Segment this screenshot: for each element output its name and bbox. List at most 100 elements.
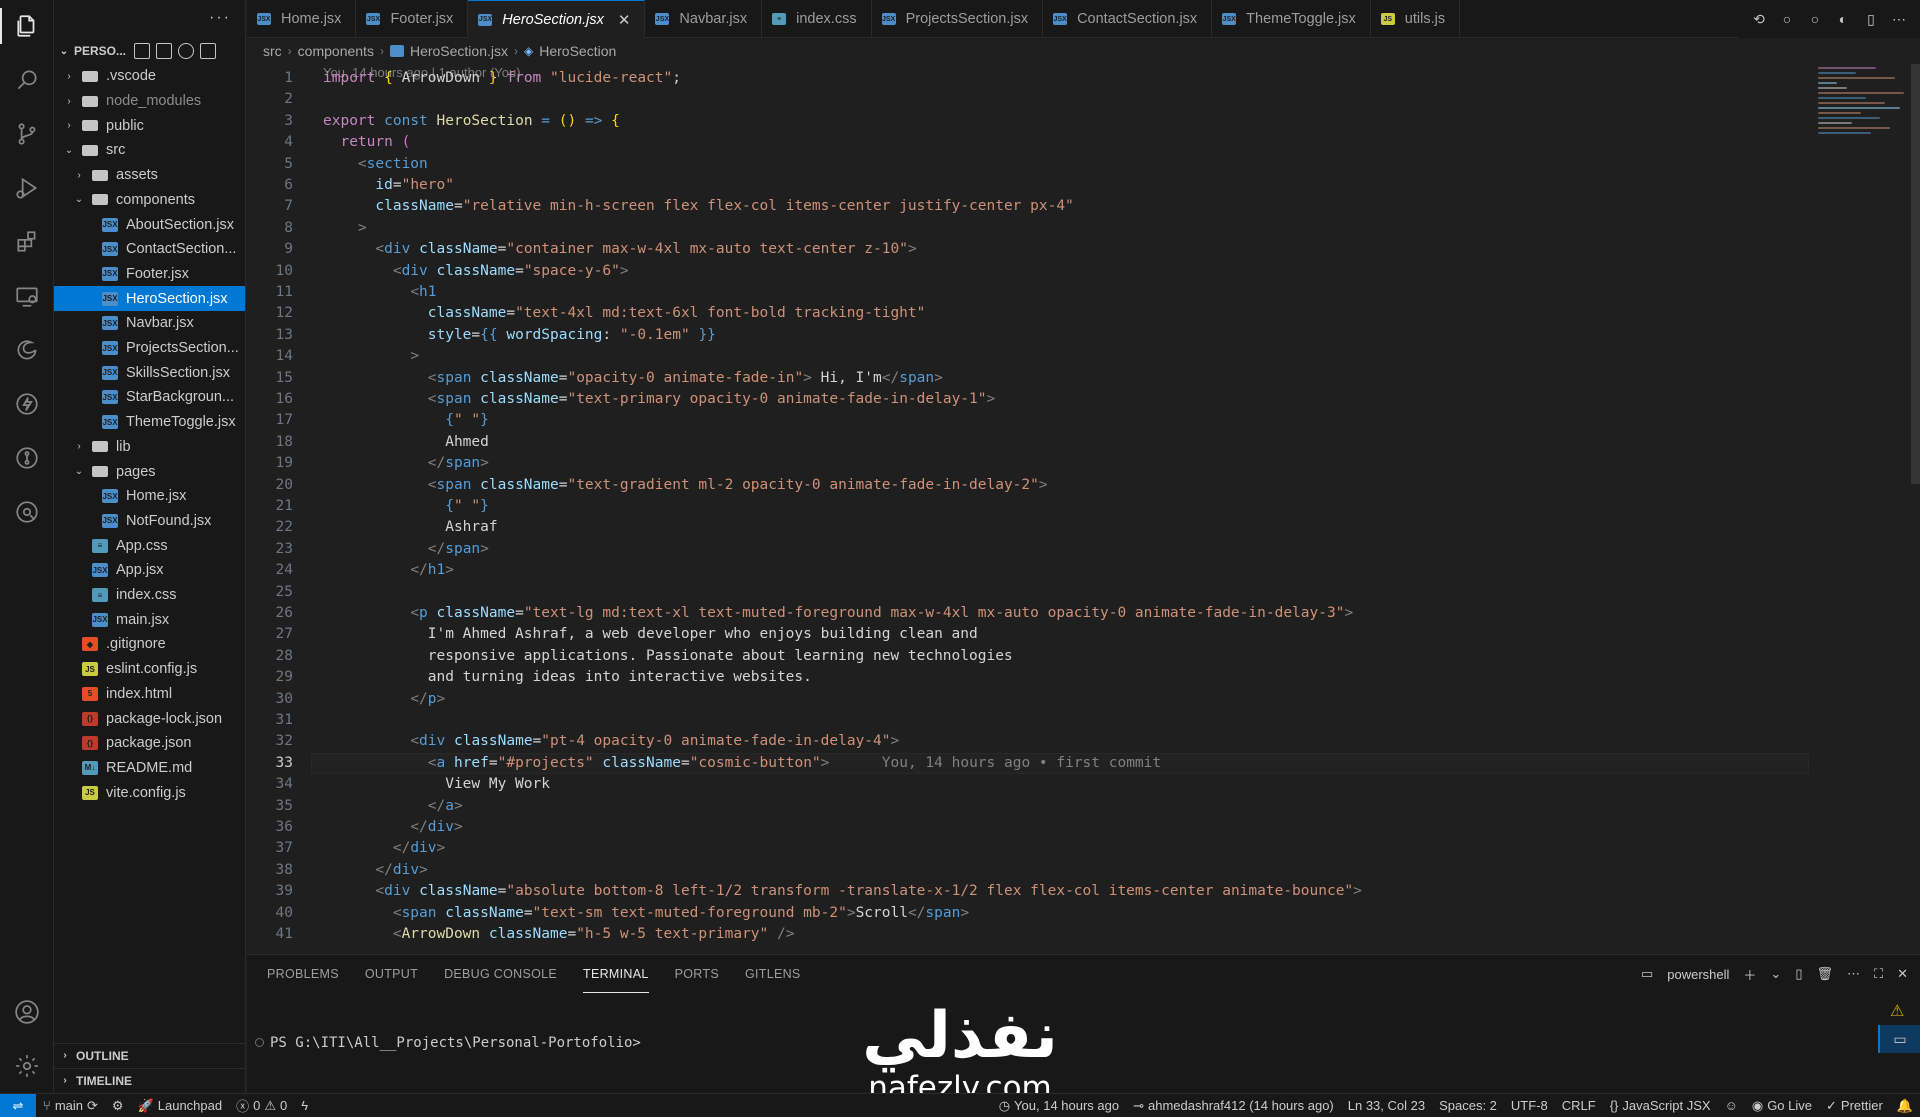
panel-tab-ports[interactable]: PORTS [675, 955, 719, 993]
panel-tab-output[interactable]: OUTPUT [365, 955, 418, 993]
warning-icon[interactable]: ⚠ [1890, 1001, 1904, 1021]
source-control-icon[interactable] [0, 110, 54, 158]
copilot-icon[interactable]: ☺ [1718, 1098, 1745, 1113]
problems-status[interactable]: ⓧ 0 ⚠ 0 [229, 1096, 294, 1115]
more-actions-icon[interactable]: ⋯ [1847, 966, 1860, 982]
tab-home-jsx[interactable]: JSX Home.jsx [247, 0, 357, 38]
minimap[interactable] [1818, 64, 1914, 174]
file-gitignore[interactable]: ◆ .gitignore [54, 632, 245, 657]
file-app-css[interactable]: ≡ App.css [54, 533, 245, 558]
encoding[interactable]: UTF-8 [1504, 1098, 1555, 1113]
refresh-icon[interactable] [178, 43, 195, 59]
gitlens-commit-icon[interactable]: ◐ [1834, 10, 1852, 28]
tab-herosection-jsx[interactable]: JSX HeroSection.jsx ✕ [468, 0, 646, 38]
breadcrumb-file[interactable]: HeroSection.jsx [410, 43, 508, 59]
launchpad-status[interactable]: 🚀 Launchpad [131, 1098, 230, 1114]
file-index-html[interactable]: 5 index.html [54, 682, 245, 707]
blame-status[interactable]: ◷ You, 14 hours ago [992, 1098, 1126, 1114]
go-back-icon[interactable]: ⟲ [1750, 10, 1768, 28]
split-editor-icon[interactable]: ▯ [1862, 10, 1880, 28]
tab-footer-jsx[interactable]: JSX Footer.jsx [356, 0, 469, 38]
panel-tab-problems[interactable]: PROBLEMS [267, 955, 339, 993]
cursor-position[interactable]: Ln 33, Col 23 [1341, 1098, 1432, 1113]
file-package-lock-json[interactable]: {} package-lock.json [54, 706, 245, 731]
indentation[interactable]: Spaces: 2 [1432, 1098, 1504, 1113]
file-readme-md[interactable]: M↓ README.md [54, 756, 245, 781]
close-tab-icon[interactable]: ✕ [618, 11, 631, 29]
file-package-json[interactable]: {} package.json [54, 731, 245, 756]
go-live-status[interactable]: ◉ Go Live [1745, 1098, 1819, 1114]
file-index-css[interactable]: ≡ index.css [54, 583, 245, 608]
code-editor[interactable]: You, 14 hours ago | 1 author (You) 1 impo… [247, 64, 1920, 954]
chevron-down-icon[interactable]: ⌄ [1770, 966, 1781, 982]
remote-indicator-icon[interactable]: ⇌ [0, 1093, 36, 1117]
tab-navbar-jsx[interactable]: JSX Navbar.jsx [645, 0, 763, 38]
extensions-icon[interactable] [0, 218, 54, 266]
folder-lib[interactable]: › lib [54, 435, 245, 460]
notifications-bell-icon[interactable]: 🔔 [1890, 1098, 1920, 1114]
file-navbar-jsx[interactable]: JSX Navbar.jsx [54, 311, 245, 336]
breadcrumb-symbol[interactable]: HeroSection [539, 43, 616, 59]
scrollbar-thumb[interactable] [1911, 64, 1920, 484]
shell-label[interactable]: powershell [1667, 967, 1729, 982]
file-herosection-jsx[interactable]: JSX HeroSection.jsx [54, 286, 245, 311]
file-starbackgroun[interactable]: JSX StarBackgroun... [54, 385, 245, 410]
blame-previous-icon[interactable]: ○ [1778, 10, 1796, 28]
timeline-section[interactable]: › TIMELINE [54, 1068, 245, 1092]
file-main-jsx[interactable]: JSX main.jsx [54, 607, 245, 632]
tab-index-css[interactable]: ≡ index.css [762, 0, 872, 38]
search-icon[interactable] [0, 56, 54, 104]
folder-assets[interactable]: › assets [54, 163, 245, 188]
breadcrumb-src[interactable]: src [263, 43, 282, 59]
settings-gear-icon[interactable] [0, 1042, 54, 1090]
file-themetoggle-jsx[interactable]: JSX ThemeToggle.jsx [54, 410, 245, 435]
gitlens-status-icon[interactable]: ⚙ [105, 1098, 131, 1114]
more-actions-icon[interactable]: ⋯ [1890, 10, 1908, 28]
gitlens-icon[interactable] [0, 434, 54, 482]
remote-explorer-icon[interactable] [0, 272, 54, 320]
file-vite-config-js[interactable]: JS vite.config.js [54, 780, 245, 805]
explorer-root-folder[interactable]: ⌄ PERSO... [54, 40, 245, 62]
folder-src[interactable]: ⌄ src [54, 138, 245, 163]
editor-scrollbar[interactable] [1908, 64, 1920, 954]
file-app-jsx[interactable]: JSX App.jsx [54, 558, 245, 583]
file-skillssection-jsx[interactable]: JSX SkillsSection.jsx [54, 360, 245, 385]
edge-devtools-icon[interactable] [0, 326, 54, 374]
lightning-icon[interactable]: ϟ [294, 1098, 315, 1113]
tab-themetoggle-jsx[interactable]: JSX ThemeToggle.jsx [1212, 0, 1371, 38]
author-status[interactable]: ⊸ ahmedashraf412 (14 hours ago) [1126, 1098, 1341, 1114]
new-file-icon[interactable] [134, 43, 151, 59]
thunder-client-icon[interactable] [0, 380, 54, 428]
folder-vscode[interactable]: › .vscode [54, 64, 245, 89]
run-debug-icon[interactable] [0, 164, 54, 212]
branch-status[interactable]: ⑂ main ⟳ [36, 1098, 105, 1114]
prettier-status[interactable]: ✓ Prettier [1819, 1098, 1890, 1114]
folder-node-modules[interactable]: › node_modules [54, 89, 245, 114]
explorer-icon[interactable] [0, 2, 54, 50]
file-footer-jsx[interactable]: JSX Footer.jsx [54, 262, 245, 287]
folder-components[interactable]: ⌄ components [54, 188, 245, 213]
account-icon[interactable] [0, 988, 54, 1036]
collapse-all-icon[interactable] [200, 43, 217, 59]
tab-contactsection-jsx[interactable]: JSX ContactSection.jsx [1043, 0, 1213, 38]
tab-projectssection-jsx[interactable]: JSX ProjectsSection.jsx [872, 0, 1044, 38]
file-home-jsx[interactable]: JSX Home.jsx [54, 484, 245, 509]
gitlens-inspect-icon[interactable] [0, 488, 54, 536]
maximize-icon[interactable]: ⛶ [1874, 966, 1883, 982]
blame-next-icon[interactable]: ○ [1806, 10, 1824, 28]
folder-pages[interactable]: ⌄ pages [54, 459, 245, 484]
terminal-output[interactable]: PS G:\ITI\All__Projects\Personal-Portofo… [255, 1035, 641, 1051]
file-aboutsection-jsx[interactable]: JSX AboutSection.jsx [54, 212, 245, 237]
folder-public[interactable]: › public [54, 113, 245, 138]
new-terminal-icon[interactable]: ＋ [1743, 965, 1756, 984]
breadcrumb-components[interactable]: components [298, 43, 374, 59]
outline-section[interactable]: › OUTLINE [54, 1043, 245, 1067]
new-folder-icon[interactable] [156, 43, 173, 59]
end-of-line[interactable]: CRLF [1555, 1098, 1603, 1113]
trash-icon[interactable]: 🗑 [1816, 966, 1833, 982]
file-projectssection[interactable]: JSX ProjectsSection... [54, 336, 245, 361]
language-mode[interactable]: {} JavaScript JSX [1603, 1098, 1718, 1113]
file-eslint-config-js[interactable]: JS eslint.config.js [54, 657, 245, 682]
panel-tab-debug-console[interactable]: DEBUG CONSOLE [444, 955, 557, 993]
explorer-more-actions[interactable]: ··· [54, 0, 245, 36]
